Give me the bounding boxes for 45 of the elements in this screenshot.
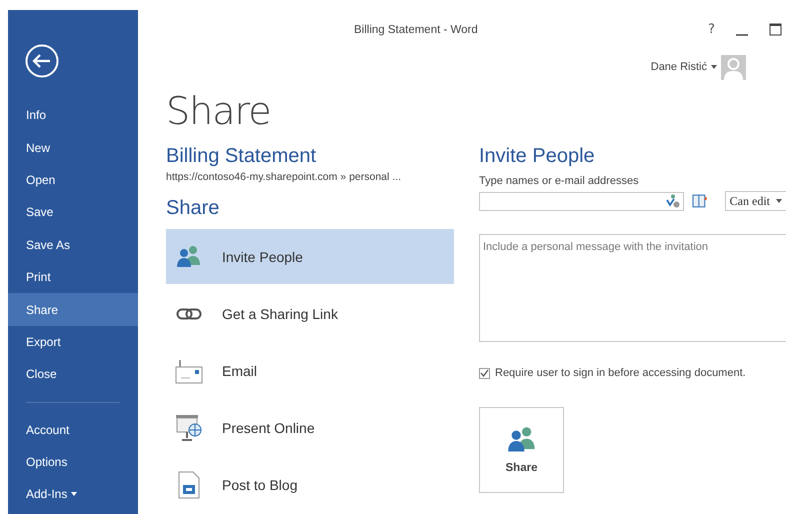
sidebar-item[interactable]: Close xyxy=(8,358,138,391)
sidebar-item[interactable]: Options xyxy=(8,446,138,478)
page-title: Share xyxy=(166,88,272,135)
people-icon xyxy=(176,245,202,268)
maximize-icon[interactable] xyxy=(769,23,782,36)
invite-heading: Invite People xyxy=(479,144,596,169)
sidebar-item[interactable]: Save As xyxy=(8,228,138,261)
sidebar-item[interactable]: Open xyxy=(8,164,138,196)
sidebar-item[interactable]: Info xyxy=(8,99,138,132)
share-option[interactable]: Post to Blog xyxy=(166,457,454,512)
names-input-field[interactable] xyxy=(479,192,684,210)
sign-in-checkbox[interactable] xyxy=(479,368,490,378)
presentation-icon xyxy=(175,414,203,442)
window-title: Billing Statement - Word xyxy=(354,24,478,36)
checkbox-label: Require user to sign in before accessing document. xyxy=(495,367,746,379)
people-icon xyxy=(506,426,536,452)
permission-dropdown[interactable]: Can edit xyxy=(724,191,786,211)
share-option[interactable]: Email xyxy=(166,343,454,398)
sidebar-item[interactable]: Export xyxy=(8,326,138,358)
sidebar-item[interactable]: Print xyxy=(8,260,138,294)
sidebar-item[interactable]: Save xyxy=(8,196,138,229)
user-name[interactable]: Dane Ristić xyxy=(650,61,707,74)
message-field[interactable]: Include a personal message with the invitation xyxy=(479,234,786,342)
sidebar-item[interactable]: New xyxy=(8,131,138,164)
share-option[interactable]: Present Online xyxy=(166,400,454,455)
document-path: https://contoso46-my.sharepoint.com » personal ... xyxy=(166,171,402,183)
sidebar-item[interactable]: Account xyxy=(8,414,138,446)
document-title: Billing Statement xyxy=(166,144,318,169)
check-names-icon[interactable] xyxy=(666,194,680,208)
blog-post-icon xyxy=(178,470,200,498)
section-heading: Share xyxy=(166,196,220,221)
caret-icon xyxy=(776,199,782,203)
share-button[interactable]: Share xyxy=(479,407,564,493)
share-option[interactable]: Get a Sharing Link xyxy=(166,286,454,341)
caret-icon[interactable] xyxy=(711,65,717,70)
link-icon xyxy=(176,308,202,320)
back-icon[interactable] xyxy=(25,44,59,78)
avatar-icon xyxy=(721,54,746,80)
address-book-icon[interactable] xyxy=(692,194,707,208)
names-label: Type names or e-mail addresses xyxy=(479,175,640,187)
help-button[interactable]: ? xyxy=(708,22,715,38)
envelope-icon xyxy=(175,358,203,384)
share-option[interactable]: Invite People xyxy=(166,229,454,284)
sidebar-item[interactable]: Share xyxy=(8,293,138,326)
sidebar-item[interactable]: Add-Ins xyxy=(8,478,138,511)
